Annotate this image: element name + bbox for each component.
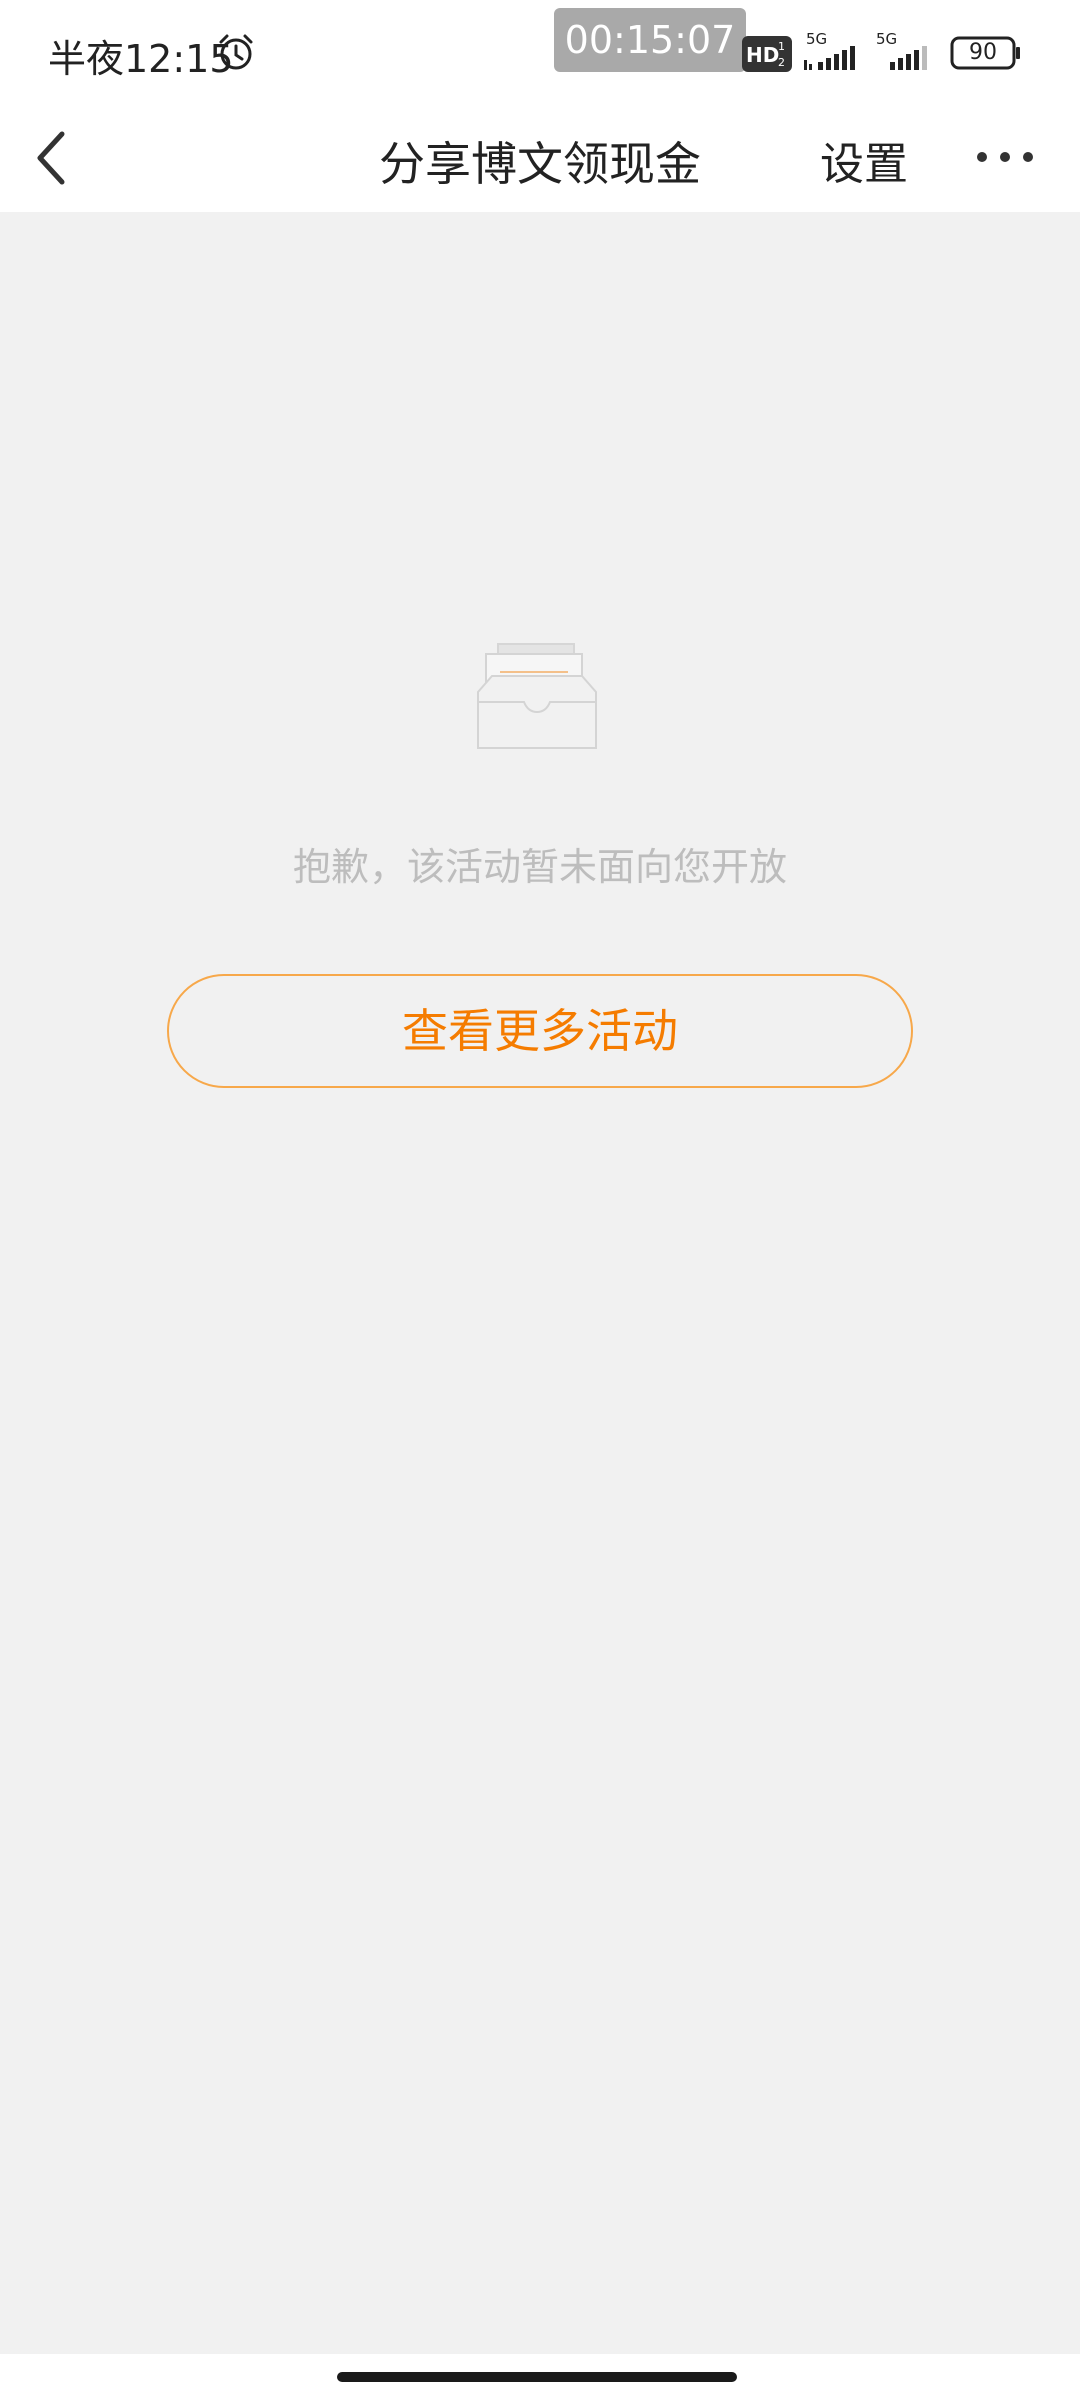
signal-5g-icon: 5G [804, 30, 855, 70]
view-more-activities-button[interactable]: 查看更多活动 [167, 974, 913, 1088]
more-dots-icon[interactable] [972, 142, 1038, 172]
hd-icon: HD 1 2 [742, 36, 792, 72]
home-indicator[interactable] [337, 2372, 737, 2382]
signal1-label: 5G [806, 30, 827, 48]
signal2-label: 5G [876, 30, 897, 48]
nav-bar: 分享博文领现金 设置 [0, 104, 1080, 212]
svg-text:HD: HD [746, 43, 779, 67]
status-bar: 半夜12:15 00:15:07 HD 1 2 5G 5G 90 [0, 0, 1080, 104]
status-time: 半夜12:15 [48, 37, 234, 81]
page-title: 分享博文领现金 [379, 137, 701, 191]
svg-text:2: 2 [778, 56, 785, 69]
chevron-left-icon[interactable] [28, 126, 72, 190]
alarm-icon [219, 34, 253, 70]
screen: 半夜12:15 00:15:07 HD 1 2 5G 5G 90 分享博文领现金… [0, 0, 1080, 2400]
battery-level: 90 [969, 40, 997, 65]
signal-5g-icon: 5G [876, 30, 927, 70]
empty-message: 抱歉，该活动暂未面向您开放 [292, 845, 787, 889]
svg-text:1: 1 [778, 40, 785, 53]
empty-inbox-icon [477, 643, 597, 749]
recording-timer: 00:15:07 [554, 8, 746, 72]
settings-button[interactable]: 设置 [820, 128, 908, 192]
